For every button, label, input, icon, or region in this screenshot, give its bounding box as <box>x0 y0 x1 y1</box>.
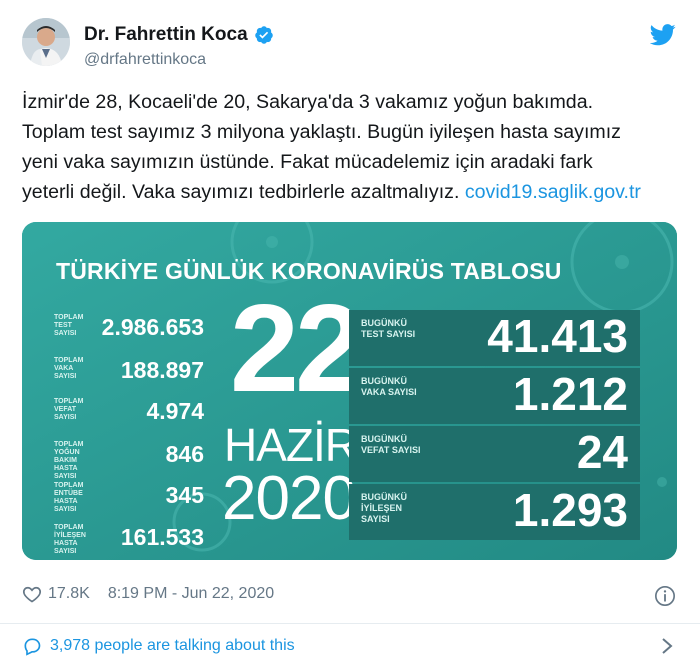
daily-stat-label: BUGÜNKÜ VEFAT SAYISI <box>361 434 421 455</box>
total-stat-row: TOPLAM YOĞUN BAKIM HASTA SAYISI 846 <box>54 439 204 480</box>
chevron-right-icon[interactable] <box>660 636 674 656</box>
daily-stat-value: 1.293 <box>512 484 628 536</box>
tweet-text: İzmir'de 28, Kocaeli'de 20, Sakarya'da 3… <box>22 87 682 207</box>
daily-stat-value: 24 <box>576 426 628 478</box>
total-stat-value: 161.533 <box>120 524 204 550</box>
total-stat-row: TOPLAM VEFAT SAYISI 4.974 <box>54 396 204 430</box>
daily-stat-label: BUGÜNKÜ TEST SAYISI <box>361 318 416 339</box>
total-stat-row: TOPLAM VAKA SAYISI 188.897 <box>54 355 204 389</box>
daily-stat-box: BUGÜNKÜ İYİLEŞEN SAYISI 1.293 <box>349 484 640 540</box>
total-stat-row: TOPLAM TEST SAYISI 2.986.653 <box>54 312 204 346</box>
tweet-link[interactable]: covid19.saglik.gov.tr <box>465 181 641 203</box>
date-year: 2020 <box>222 464 357 533</box>
total-stat-label: TOPLAM VEFAT SAYISI <box>54 398 84 421</box>
total-stat-label: TOPLAM ENTÜBE HASTA SAYISI <box>54 482 84 513</box>
speech-bubble-icon <box>24 638 41 656</box>
daily-stat-label: BUGÜNKÜ VAKA SAYISI <box>361 376 417 397</box>
like-count[interactable]: 17.8K <box>48 585 90 603</box>
total-stat-row: TOPLAM ENTÜBE HASTA SAYISI 345 <box>54 480 204 514</box>
total-stat-value: 188.897 <box>120 357 204 383</box>
daily-stat-label: BUGÜNKÜ İYİLEŞEN SAYISI <box>361 492 407 524</box>
daily-stat-value: 41.413 <box>487 310 628 362</box>
daily-stat-box: BUGÜNKÜ VAKA SAYISI 1.212 <box>349 368 640 424</box>
heart-icon[interactable] <box>22 584 42 604</box>
tweet-actions: 17.8K 8:19 PM - Jun 22, 2020 <box>22 584 274 604</box>
total-stat-label: TOPLAM YOĞUN BAKIM HASTA SAYISI <box>54 441 84 480</box>
total-stat-value: 345 <box>165 482 204 508</box>
total-stat-row: TOPLAM İYİLEŞEN HASTA SAYISI 161.533 <box>54 522 204 556</box>
total-stat-value: 846 <box>165 441 204 467</box>
avatar[interactable] <box>22 18 70 66</box>
twitter-bird-icon[interactable] <box>650 24 676 46</box>
verified-badge-icon <box>254 26 273 44</box>
conversation-count[interactable]: 3,978 people are talking about this <box>50 637 295 655</box>
total-stat-label: TOPLAM TEST SAYISI <box>54 314 84 337</box>
date-day: 22 <box>230 280 364 418</box>
daily-stat-value: 1.212 <box>512 368 628 420</box>
conversation-link[interactable]: 3,978 people are talking about this <box>22 636 295 656</box>
daily-stat-box: BUGÜNKÜ TEST SAYISI 41.413 <box>349 310 640 366</box>
author-handle[interactable]: @drfahrettinkoca <box>84 51 206 69</box>
author-name-row[interactable]: Dr. Fahrettin Koca <box>84 24 274 46</box>
total-stat-label: TOPLAM İYİLEŞEN HASTA SAYISI <box>54 524 86 555</box>
total-stat-value: 4.974 <box>146 398 204 424</box>
info-icon[interactable] <box>654 585 676 607</box>
tweet-media-image[interactable]: TÜRKİYE GÜNLÜK KORONAVİRÜS TABLOSU TOPLA… <box>22 222 677 560</box>
daily-stat-box: BUGÜNKÜ VEFAT SAYISI 24 <box>349 426 640 482</box>
author-name[interactable]: Dr. Fahrettin Koca <box>84 24 248 46</box>
tweet-card: Dr. Fahrettin Koca @drfahrettinkoca İzmi… <box>0 0 700 669</box>
tweet-timestamp[interactable]: 8:19 PM - Jun 22, 2020 <box>108 585 274 603</box>
total-stat-label: TOPLAM VAKA SAYISI <box>54 357 84 380</box>
total-stat-value: 2.986.653 <box>101 314 204 340</box>
divider <box>0 623 700 624</box>
